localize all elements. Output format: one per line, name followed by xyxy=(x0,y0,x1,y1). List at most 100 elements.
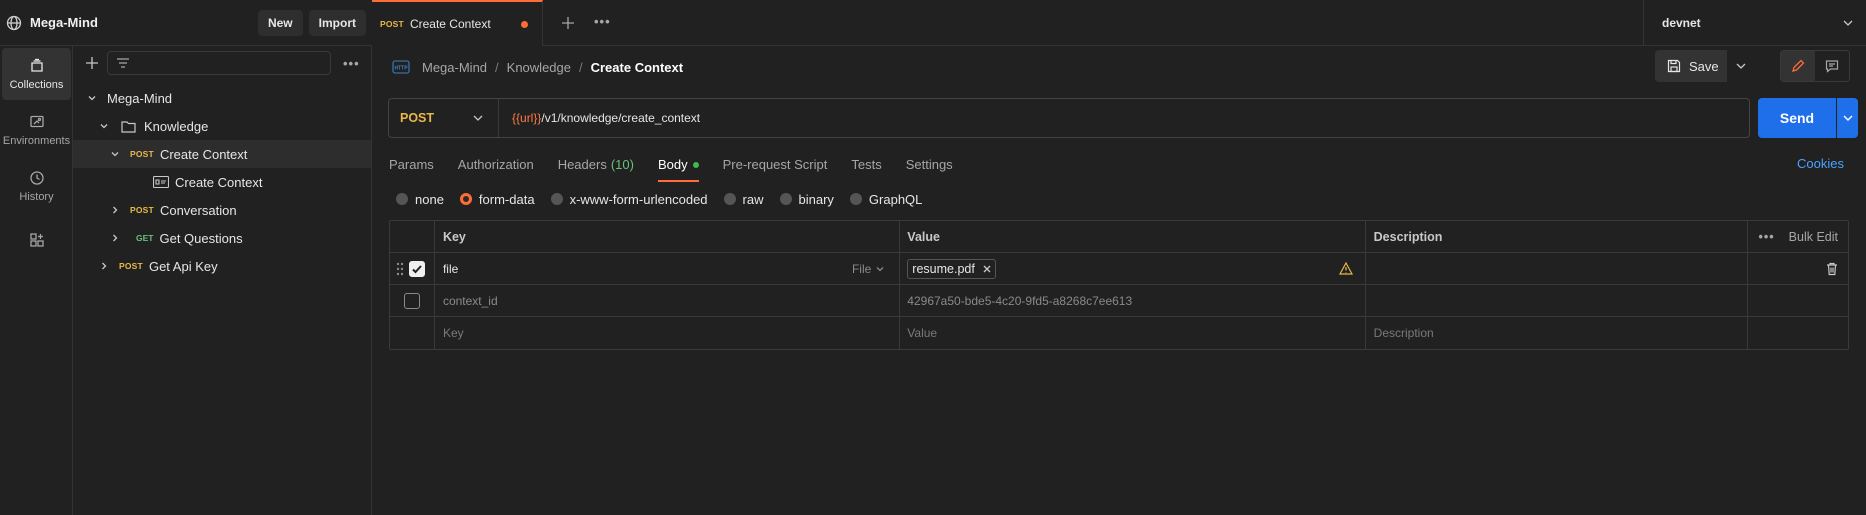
chevron-down-icon xyxy=(1843,115,1852,121)
remove-file-button[interactable] xyxy=(983,265,991,273)
save-button[interactable]: Save xyxy=(1655,50,1727,82)
chevron-right-icon xyxy=(108,231,122,245)
rail-history[interactable]: History xyxy=(2,160,71,212)
headers-count: (10) xyxy=(610,157,634,172)
new-description-input[interactable]: Description xyxy=(1366,317,1749,349)
warning-icon[interactable] xyxy=(1338,262,1353,275)
row-checkbox[interactable] xyxy=(403,292,420,309)
body-type-raw[interactable]: raw xyxy=(723,192,764,207)
add-collection-button[interactable] xyxy=(81,52,103,74)
body-type-none[interactable]: none xyxy=(396,192,444,207)
body-type-form-data[interactable]: form-data xyxy=(459,191,535,207)
body-set-dot-icon xyxy=(692,161,699,168)
sidebar-search-input[interactable] xyxy=(138,56,330,70)
sidebar-more-icon[interactable]: ••• xyxy=(343,56,360,71)
value-cell[interactable]: 42967a50-bde5-4c20-9fd5-a8268c7ee613 xyxy=(900,285,1366,316)
new-tab-button[interactable] xyxy=(557,12,579,34)
tree-request-get-api-key[interactable]: POST Get Api Key xyxy=(73,252,371,280)
breadcrumb-folder[interactable]: Knowledge xyxy=(507,60,571,75)
key-cell[interactable]: context_id xyxy=(435,285,901,316)
more-options-icon[interactable]: ••• xyxy=(1759,230,1775,244)
description-cell[interactable] xyxy=(1366,253,1749,284)
body-type-binary[interactable]: binary xyxy=(779,192,834,207)
svg-text:HTTP: HTTP xyxy=(394,66,408,72)
new-value-input[interactable]: Value xyxy=(900,317,1366,349)
header-actions: ••• Bulk Edit xyxy=(1748,221,1848,252)
trash-icon[interactable] xyxy=(1826,262,1838,276)
tree-collection[interactable]: Mega-Mind xyxy=(73,84,371,112)
new-key-input[interactable]: Key xyxy=(435,317,901,349)
pencil-icon xyxy=(1792,59,1805,72)
tab-label: Create Context xyxy=(409,17,491,31)
method-select[interactable]: POST xyxy=(389,99,499,137)
key-type-label: File xyxy=(851,261,872,276)
breadcrumb-root[interactable]: Mega-Mind xyxy=(422,60,487,75)
value-cell[interactable]: resume.pdf xyxy=(900,253,1366,284)
description-cell[interactable] xyxy=(1366,285,1749,316)
rail-collections-label: Collections xyxy=(9,78,64,91)
body-type-graphql[interactable]: GraphQL xyxy=(849,192,922,207)
sidebar-toolbar: ••• xyxy=(73,46,371,80)
tree-request-create-context[interactable]: POST Create Context xyxy=(73,140,371,168)
key-value: file xyxy=(442,261,459,276)
drag-handle-icon[interactable] xyxy=(396,262,404,276)
save-icon xyxy=(1667,59,1681,73)
radio-icon xyxy=(779,193,792,205)
workspace-header: Mega-Mind New Import xyxy=(0,0,372,46)
tabs-more-icon[interactable]: ••• xyxy=(594,14,611,29)
chevron-right-icon xyxy=(108,203,122,217)
collections-sidebar: ••• Mega-Mind Knowledge POST Create Cont… xyxy=(73,46,372,515)
send-button[interactable]: Send xyxy=(1758,98,1836,138)
tab-authorization[interactable]: Authorization xyxy=(458,150,534,179)
environment-selector[interactable]: devnet xyxy=(1643,0,1866,46)
tab-body[interactable]: Body xyxy=(657,150,699,182)
method-badge: GET xyxy=(136,233,154,243)
edit-mode-button[interactable] xyxy=(1781,51,1815,81)
url-input[interactable]: {{url}}/v1/knowledge/create_context xyxy=(499,111,700,125)
key-cell[interactable]: file File xyxy=(435,253,901,284)
tab-headers[interactable]: Headers (10) xyxy=(558,150,634,179)
save-options-button[interactable] xyxy=(1728,50,1754,82)
globe-icon xyxy=(6,15,22,30)
folder-icon xyxy=(121,120,136,133)
tab-settings[interactable]: Settings xyxy=(906,150,953,179)
tree-request-conversation[interactable]: POST Conversation xyxy=(73,196,371,224)
header-cell-select xyxy=(390,221,435,252)
example-icon xyxy=(153,176,169,188)
rail-apps[interactable] xyxy=(2,216,71,268)
tab-prerequest-script[interactable]: Pre-request Script xyxy=(723,150,828,179)
cookies-link[interactable]: Cookies xyxy=(1797,156,1844,171)
tree-request-label: Get Api Key xyxy=(148,258,218,274)
new-button[interactable]: New xyxy=(257,9,303,36)
row-actions-cell xyxy=(1748,253,1848,284)
table-row: file File resume.pdf xyxy=(390,253,1848,285)
tree-example[interactable]: Create Context xyxy=(73,168,371,196)
tree-folder[interactable]: Knowledge xyxy=(73,112,371,140)
comments-button[interactable] xyxy=(1815,51,1849,81)
tab-tests[interactable]: Tests xyxy=(851,150,881,179)
tab-bar: POST Create Context ••• devnet xyxy=(372,0,1866,46)
plus-icon xyxy=(86,57,98,69)
tab-params[interactable]: Params xyxy=(389,150,434,179)
send-options-button[interactable] xyxy=(1837,98,1858,138)
rail-environments[interactable]: Environments xyxy=(2,104,71,156)
tab-create-context[interactable]: POST Create Context xyxy=(372,0,543,46)
rail-collections[interactable]: Collections xyxy=(2,48,71,100)
request-url-bar: POST {{url}}/v1/knowledge/create_context xyxy=(388,98,1750,138)
tree-request-get-questions[interactable]: GET Get Questions xyxy=(73,224,371,252)
tab-body-label: Body xyxy=(657,157,688,172)
chevron-down-icon xyxy=(473,115,483,121)
bulk-edit-button[interactable]: ••• Bulk Edit xyxy=(1759,230,1838,244)
sidebar-filter[interactable] xyxy=(107,51,331,75)
chevron-down-icon xyxy=(1843,20,1853,26)
body-type-urlencoded[interactable]: x-www-form-urlencoded xyxy=(550,192,708,207)
row-checkbox[interactable] xyxy=(408,260,425,277)
view-mode-toggle xyxy=(1780,50,1850,82)
chevron-down-icon xyxy=(97,119,111,133)
key-type-select[interactable]: File xyxy=(852,262,885,276)
page-title: Create Context xyxy=(590,59,684,75)
import-button[interactable]: Import xyxy=(308,9,366,36)
file-chip: resume.pdf xyxy=(907,258,996,279)
table-row: context_id 42967a50-bde5-4c20-9fd5-a8268… xyxy=(390,285,1848,317)
body-type-label: form-data xyxy=(478,191,535,207)
